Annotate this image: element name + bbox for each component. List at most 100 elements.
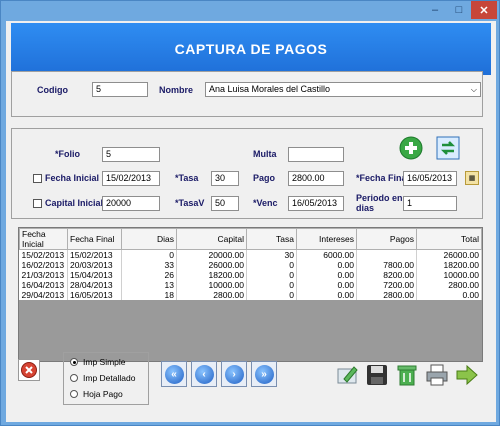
- window-close-button[interactable]: ✕: [471, 1, 497, 19]
- payments-table[interactable]: Fecha Inicial Fecha Final Dias Capital T…: [18, 227, 483, 362]
- cancel-button[interactable]: [18, 359, 40, 381]
- window-client-area: CAPTURA DE PAGOS Codigo 5 Nombre Ana Lui…: [6, 21, 496, 422]
- multa-label: Multa: [253, 149, 277, 159]
- periodo-input[interactable]: 1: [403, 196, 457, 211]
- refresh-button[interactable]: [434, 134, 461, 161]
- col-fecha-final[interactable]: Fecha Final: [67, 228, 122, 250]
- capital-inicial-input[interactable]: 20000: [102, 196, 160, 211]
- table-cell: 0: [246, 280, 297, 290]
- add-button[interactable]: [397, 134, 424, 161]
- table-cell: 13: [121, 280, 177, 290]
- table-cell: 0.00: [296, 280, 357, 290]
- pago-input[interactable]: 2800.00: [288, 171, 344, 186]
- edit-icon: [337, 365, 358, 383]
- table-row[interactable]: 15/02/2013 15/02/2013 0 20000.00 30 6000.00 26…: [19, 249, 482, 260]
- client-panel: Codigo 5 Nombre Ana Luisa Morales del Ca…: [11, 71, 483, 117]
- col-total[interactable]: Total: [416, 228, 482, 250]
- chevron-down-icon: ⌵: [470, 85, 477, 94]
- tasa-input[interactable]: 30: [211, 171, 239, 186]
- table-row[interactable]: 16/02/2013 20/03/2013 33 26000.00 0 0.00 7800.…: [19, 260, 482, 270]
- fecha-inicial-label: Fecha Inicial: [45, 173, 100, 183]
- fecha-final-label: *Fecha Final: [356, 173, 410, 183]
- maximize-button[interactable]: □: [447, 1, 471, 19]
- calendar-icon: ▦: [468, 175, 476, 182]
- table-cell: 21/03/2013: [19, 270, 68, 280]
- save-button[interactable]: [363, 361, 390, 388]
- fecha-final-input[interactable]: 16/05/2013: [403, 171, 457, 186]
- table-cell: 26000.00: [176, 260, 247, 270]
- previous-icon: ‹: [194, 364, 214, 384]
- previous-record-button[interactable]: ‹: [191, 361, 217, 387]
- fecha-inicial-input[interactable]: 15/02/2013: [102, 171, 160, 186]
- first-record-button[interactable]: «: [161, 361, 187, 387]
- table-cell: 26000.00: [416, 249, 482, 260]
- delete-button[interactable]: [393, 361, 420, 388]
- table-cell: 15/02/2013: [19, 249, 68, 260]
- col-pagos[interactable]: Pagos: [356, 228, 417, 250]
- tasav-label: *TasaV: [175, 198, 205, 208]
- tasav-input[interactable]: 50: [211, 196, 239, 211]
- table-cell: 7800.00: [356, 260, 417, 270]
- table-row[interactable]: 16/04/2013 28/04/2013 13 10000.00 0 0.00 7200.…: [19, 280, 482, 290]
- venc-label: *Venc: [253, 198, 278, 208]
- exit-button[interactable]: [453, 361, 480, 388]
- table-cell: 18200.00: [176, 270, 247, 280]
- floppy-disk-icon: [366, 364, 387, 385]
- table-cell: 15/02/2013: [67, 249, 122, 260]
- venc-input[interactable]: 16/05/2013: [288, 196, 344, 211]
- periodo-label-line2: dias: [356, 203, 375, 213]
- print-button[interactable]: [423, 361, 450, 388]
- nombre-select[interactable]: Ana Luisa Morales del Castillo ⌵: [205, 82, 481, 97]
- plus-icon: [399, 136, 422, 159]
- col-tasa[interactable]: Tasa: [246, 228, 297, 250]
- table-cell: 6000.00: [296, 249, 357, 260]
- table-row[interactable]: 29/04/2013 16/05/2013 18 2800.00 0 0.00 2800.0…: [19, 290, 482, 300]
- minimize-button[interactable]: –: [423, 1, 447, 19]
- cancel-icon: [21, 362, 37, 378]
- table-cell: 28/04/2013: [67, 280, 122, 290]
- printer-icon: [426, 364, 447, 385]
- radio-imp-detallado[interactable]: [70, 374, 78, 382]
- table-header-row: Fecha Inicial Fecha Final Dias Capital T…: [19, 228, 482, 250]
- folio-input[interactable]: 5: [102, 147, 160, 162]
- fecha-inicial-checkbox[interactable]: [33, 174, 42, 183]
- table-cell: 0: [246, 270, 297, 280]
- table-cell: 20/03/2013: [67, 260, 122, 270]
- table-cell: 29/04/2013: [19, 290, 68, 300]
- calendar-button[interactable]: ▦: [465, 171, 479, 185]
- table-row[interactable]: 21/03/2013 15/04/2013 26 18200.00 0 0.00 8200.…: [19, 270, 482, 280]
- table-cell: 33: [121, 260, 177, 270]
- table-cell: 30: [246, 249, 297, 260]
- print-options-group: Imp Simple Imp Detallado Hoja Pago: [63, 352, 149, 405]
- trash-icon: [397, 365, 416, 385]
- periodo-label: Periodo en dias: [356, 193, 403, 213]
- capital-inicial-label: Capital Inicial: [45, 198, 104, 208]
- table-cell: 0.00: [416, 290, 482, 300]
- radio-hoja-pago[interactable]: [70, 390, 78, 398]
- edit-button[interactable]: [334, 361, 361, 388]
- table-cell: 2800.00: [416, 280, 482, 290]
- multa-input[interactable]: [288, 147, 344, 162]
- table-cell: 8200.00: [356, 270, 417, 280]
- page-title: CAPTURA DE PAGOS: [11, 23, 491, 75]
- first-icon: «: [164, 364, 184, 384]
- arrow-right-icon: [456, 364, 478, 385]
- table-cell: 18: [121, 290, 177, 300]
- next-record-button[interactable]: ›: [221, 361, 247, 387]
- col-dias[interactable]: Dias: [121, 228, 177, 250]
- last-record-button[interactable]: »: [251, 361, 277, 387]
- codigo-label: Codigo: [37, 85, 68, 95]
- last-icon: »: [254, 364, 274, 384]
- table-cell: [356, 249, 417, 260]
- table-cell: 0: [246, 290, 297, 300]
- col-fecha-inicial[interactable]: Fecha Inicial: [19, 228, 68, 250]
- codigo-input[interactable]: 5: [92, 82, 148, 97]
- col-intereses[interactable]: Intereses: [296, 228, 357, 250]
- radio-imp-simple[interactable]: [70, 358, 78, 366]
- table-cell: 0.00: [296, 270, 357, 280]
- radio-hoja-pago-label: Hoja Pago: [83, 389, 123, 399]
- col-capital[interactable]: Capital: [176, 228, 247, 250]
- table-cell: 20000.00: [176, 249, 247, 260]
- capital-inicial-checkbox[interactable]: [33, 199, 42, 208]
- table-cell: 16/02/2013: [19, 260, 68, 270]
